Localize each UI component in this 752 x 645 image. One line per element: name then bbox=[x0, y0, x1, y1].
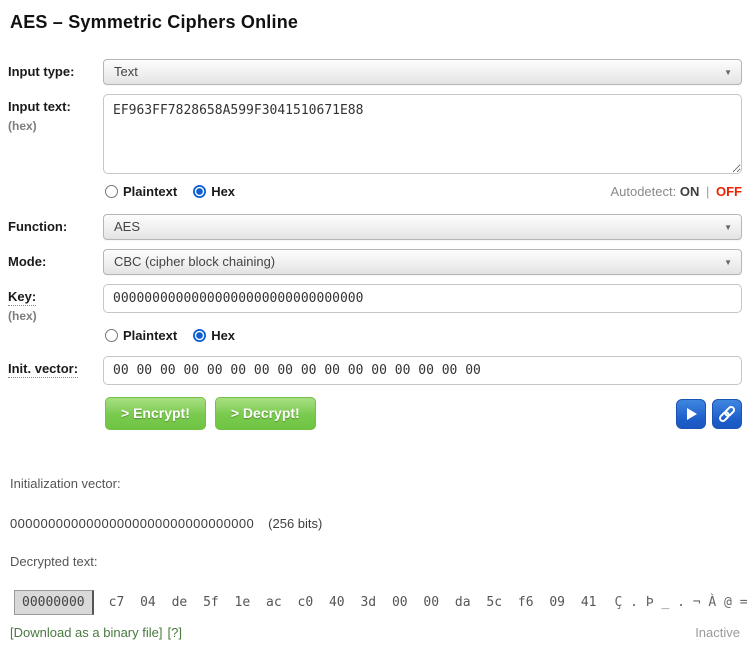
initialization-vector-value: 00000000000000000000000000000000 bbox=[10, 516, 254, 531]
input-text-row: Input text: (hex) EF963FF7828658A599F304… bbox=[8, 94, 742, 179]
function-label: Function: bbox=[8, 219, 103, 234]
key-format-row: Plaintext Hex bbox=[105, 328, 742, 343]
chevron-down-icon: ▼ bbox=[724, 60, 732, 85]
hexdump-row: 00000000 c7 04 de 5f 1e ac c0 40 3d 00 0… bbox=[14, 590, 742, 615]
input-type-label: Input type: bbox=[8, 64, 103, 79]
autodetect-control: Autodetect: ON | OFF bbox=[610, 184, 742, 199]
bottom-row: [Download as a binary file] [?] Inactive bbox=[10, 619, 742, 640]
input-hex-radio-label[interactable]: Hex bbox=[211, 184, 235, 199]
initialization-vector-value-line: 00000000000000000000000000000000 (256 bi… bbox=[10, 516, 742, 531]
run-button[interactable] bbox=[676, 399, 706, 429]
key-hex-radio-label[interactable]: Hex bbox=[211, 328, 235, 343]
hexdump-ascii: Ç . Þ _ . ¬ À @ = . . Ú \ ö . A bbox=[614, 595, 752, 610]
key-plaintext-radio[interactable] bbox=[105, 329, 118, 342]
input-text-area[interactable]: EF963FF7828658A599F3041510671E88 bbox=[103, 94, 742, 174]
key-input[interactable] bbox=[103, 284, 742, 313]
input-type-select[interactable]: Text ▼ bbox=[103, 59, 742, 85]
autodetect-off-option[interactable]: OFF bbox=[716, 184, 742, 199]
status-inactive-label: Inactive bbox=[695, 619, 740, 640]
mode-select[interactable]: CBC (cipher block chaining) ▼ bbox=[103, 249, 742, 275]
key-plaintext-radio-label[interactable]: Plaintext bbox=[123, 328, 177, 343]
mode-row: Mode: CBC (cipher block chaining) ▼ bbox=[8, 249, 742, 275]
input-plaintext-radio[interactable] bbox=[105, 185, 118, 198]
initialization-vector-heading: Initialization vector: bbox=[10, 476, 742, 491]
hexdump-bytes: c7 04 de 5f 1e ac c0 40 3d 00 00 da 5c f… bbox=[109, 595, 597, 610]
input-format-row: Plaintext Hex Autodetect: ON | OFF bbox=[105, 184, 742, 199]
mode-selected-value: CBC (cipher block chaining) bbox=[114, 254, 275, 269]
init-vector-row: Init. vector: bbox=[8, 356, 742, 385]
autodetect-separator: | bbox=[706, 184, 709, 199]
function-selected-value: AES bbox=[114, 219, 140, 234]
chevron-down-icon: ▼ bbox=[724, 250, 732, 275]
init-vector-input[interactable] bbox=[103, 356, 742, 385]
input-hex-radio[interactable] bbox=[193, 185, 206, 198]
input-text-hex-sublabel: (hex) bbox=[8, 119, 103, 133]
key-hex-sublabel: (hex) bbox=[8, 309, 103, 323]
initialization-vector-bits: (256 bits) bbox=[268, 516, 322, 531]
download-binary-link[interactable]: [Download as a binary file] bbox=[10, 625, 162, 640]
function-select[interactable]: AES ▼ bbox=[103, 214, 742, 240]
key-row: Key: (hex) bbox=[8, 284, 742, 323]
hexdump-offset-cell: 00000000 bbox=[14, 590, 94, 615]
input-text-label: Input text: bbox=[8, 99, 103, 114]
autodetect-label: Autodetect: bbox=[610, 184, 676, 199]
input-type-selected-value: Text bbox=[114, 64, 138, 79]
help-link[interactable]: [?] bbox=[167, 625, 181, 640]
permalink-button[interactable] bbox=[712, 399, 742, 429]
key-hex-radio[interactable] bbox=[193, 329, 206, 342]
chain-link-icon bbox=[717, 404, 737, 424]
action-buttons-row: > Encrypt! > Decrypt! bbox=[105, 397, 742, 430]
input-plaintext-radio-label[interactable]: Plaintext bbox=[123, 184, 177, 199]
decrypt-button[interactable]: > Decrypt! bbox=[215, 397, 316, 430]
key-label: Key: bbox=[8, 289, 36, 306]
decrypted-text-heading: Decrypted text: bbox=[10, 554, 742, 569]
page-title: AES – Symmetric Ciphers Online bbox=[10, 12, 742, 33]
init-vector-label: Init. vector: bbox=[8, 361, 78, 378]
chevron-down-icon: ▼ bbox=[724, 215, 732, 240]
input-type-row: Input type: Text ▼ bbox=[8, 59, 742, 85]
encrypt-button[interactable]: > Encrypt! bbox=[105, 397, 206, 430]
function-row: Function: AES ▼ bbox=[8, 214, 742, 240]
mode-label: Mode: bbox=[8, 254, 103, 269]
play-icon bbox=[684, 407, 698, 421]
autodetect-on-option[interactable]: ON bbox=[680, 184, 700, 199]
